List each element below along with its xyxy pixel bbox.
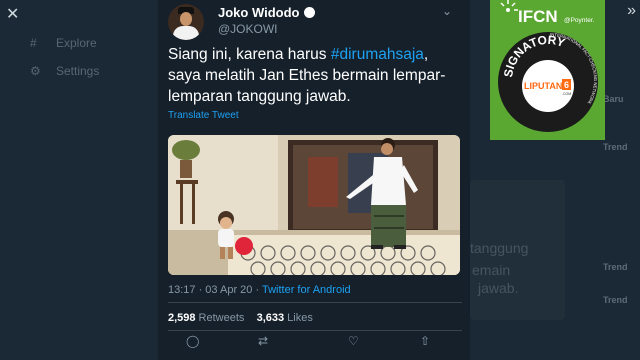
trend-label: Trend xyxy=(603,295,628,305)
brand-label: LIPUTAN xyxy=(524,81,562,91)
ifcn-label: IFCN xyxy=(518,7,558,26)
sidebar-item-label: Settings xyxy=(56,64,100,78)
background-text: jawab. xyxy=(478,280,519,296)
like-icon[interactable]: ♡ xyxy=(348,334,359,348)
photo-scene xyxy=(168,135,460,275)
reply-icon[interactable]: ◯ xyxy=(186,334,199,348)
author-handle[interactable]: @JOKOWI xyxy=(218,22,278,36)
sidebar-item-settings[interactable]: ⚙ Settings xyxy=(30,64,99,78)
divider xyxy=(168,302,462,303)
gear-icon: ⚙ xyxy=(30,64,41,78)
verified-icon xyxy=(303,7,315,18)
author-name[interactable]: Joko Widodo xyxy=(218,5,315,20)
engagement-stats: 2,598 Retweets 3,633 Likes xyxy=(168,312,313,324)
likes-stat[interactable]: 3,633 Likes xyxy=(257,312,313,324)
tweet-timestamp: 13:17 · 03 Apr 20 · Twitter for Android xyxy=(168,284,351,296)
tweet-text-part: Siang ini, karena harus xyxy=(168,46,331,63)
chevron-right-icon[interactable]: » xyxy=(627,2,636,20)
likes-label: Likes xyxy=(287,312,313,324)
source-link[interactable]: Twitter for Android xyxy=(262,284,351,296)
brand-suffix: .COM xyxy=(562,92,571,96)
retweets-stat[interactable]: 2,598 Retweets xyxy=(168,312,244,324)
divider xyxy=(168,330,462,331)
chevron-down-icon[interactable]: ⌄ xyxy=(442,4,452,18)
poynter-label: @Poynter. xyxy=(564,17,595,24)
tweet-photo[interactable] xyxy=(168,135,460,275)
author-name-text: Joko Widodo xyxy=(218,5,300,20)
sidebar-item-label: Explore xyxy=(56,36,97,50)
timestamp-text: 13:17 · 03 Apr 20 · xyxy=(168,284,262,296)
hashtag-icon: # xyxy=(30,36,37,50)
share-icon[interactable]: ⇧ xyxy=(420,334,430,348)
close-icon[interactable]: ✕ xyxy=(6,4,19,24)
trend-label: Trend xyxy=(603,142,628,152)
tweet-actions: ◯ ⇄ ♡ ⇧ xyxy=(158,334,470,354)
retweets-count: 2,598 xyxy=(168,312,196,324)
brand-number: 6 xyxy=(564,80,569,90)
background-text: tanggung xyxy=(470,240,529,256)
trend-label: Baru xyxy=(603,94,624,104)
trend-label: Trend xyxy=(603,262,628,272)
translate-tweet-link[interactable]: Translate Tweet xyxy=(168,110,239,121)
avatar[interactable] xyxy=(168,4,204,40)
ifcn-signatory-badge: IFCN @Poynter. SIGNATORY INTERNATIONAL F… xyxy=(490,0,605,140)
tweet-text: Siang ini, karena harus #dirumahsaja, sa… xyxy=(168,44,463,107)
sidebar-item-explore[interactable]: # Explore xyxy=(30,36,97,50)
tweet-card: Joko Widodo @JOKOWI ⌄ Siang ini, karena … xyxy=(158,0,470,360)
badge-graphic: IFCN @Poynter. SIGNATORY INTERNATIONAL F… xyxy=(490,0,605,140)
retweets-label: Retweets xyxy=(198,312,245,324)
background-text: emain xyxy=(472,262,511,278)
likes-count: 3,633 xyxy=(256,312,285,324)
retweet-icon[interactable]: ⇄ xyxy=(258,334,268,348)
hashtag-link[interactable]: #dirumahsaja xyxy=(331,46,424,63)
left-sidebar: ✕ # Explore ⚙ Settings xyxy=(0,0,160,360)
